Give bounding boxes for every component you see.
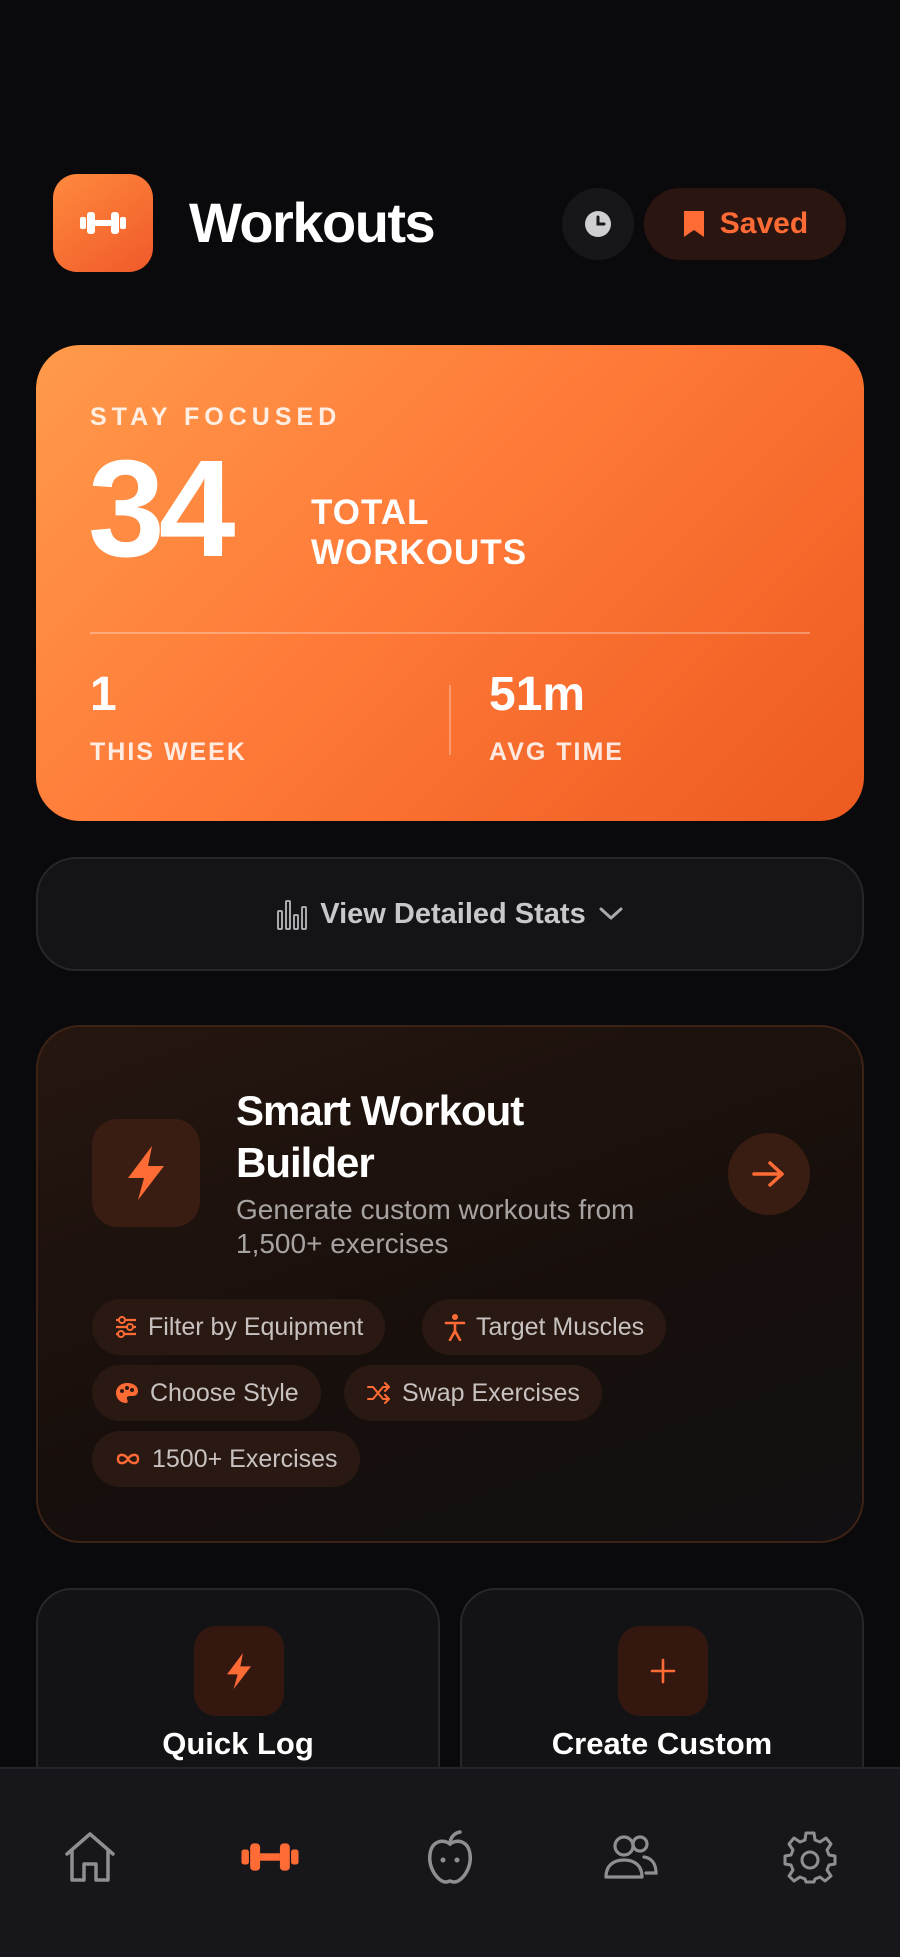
sliders-icon [116,1316,136,1338]
create-custom-label: Create Custom [551,1726,773,1761]
page-title: Workouts [189,191,436,254]
lightning-icon [128,1146,164,1200]
view-detailed-stats-label: View Detailed Stats [320,897,586,930]
dumbbell-icon [80,212,126,234]
clock-icon [585,211,611,237]
chip-exercise-count[interactable]: 1500+ Exercises [92,1431,360,1487]
chip-label: 1500+ Exercises [152,1444,338,1473]
chevron-down-icon [599,907,623,920]
home-icon [65,1832,115,1882]
tab-workouts[interactable] [230,1817,310,1897]
apple-icon [428,1830,472,1884]
tab-settings[interactable] [770,1817,850,1897]
tab-nutrition[interactable] [410,1817,490,1897]
smart-workout-builder-card[interactable]: Smart Workout Builder Generate custom wo… [36,1025,864,1543]
plus-icon [650,1658,676,1684]
tab-community[interactable] [590,1817,670,1897]
shuffle-icon [367,1382,390,1404]
this-week-label: THIS WEEK [90,738,247,766]
infinity-icon [116,1453,140,1465]
total-workouts-value: 34 [88,432,235,586]
builder-icon-tile [92,1119,200,1227]
avg-time-label: AVG TIME [489,738,624,766]
summary-vertical-divider [449,685,451,755]
chip-target-muscles[interactable]: Target Muscles [422,1299,667,1355]
avg-time-value: 51m [489,668,586,721]
chip-choose-style[interactable]: Choose Style [92,1365,321,1421]
users-icon [604,1835,658,1879]
palette-icon [116,1383,138,1403]
header: Workouts Saved [0,0,900,320]
history-button[interactable] [562,188,634,260]
tab-home[interactable] [50,1817,130,1897]
summary-divider [90,632,810,634]
person-icon [444,1314,466,1341]
total-workouts-label: TOTAL WORKOUTS [311,493,528,572]
chip-label: Target Muscles [476,1312,645,1341]
saved-button[interactable]: Saved [644,188,846,260]
this-week-value: 1 [90,668,117,721]
quick-log-label: Quick Log [162,1726,314,1761]
gear-icon [783,1831,837,1884]
chip-label: Filter by Equipment [148,1312,364,1341]
tab-bar [0,1767,900,1957]
chip-label: Choose Style [150,1378,299,1407]
chip-filter-equipment[interactable]: Filter by Equipment [92,1299,386,1355]
create-custom-icon-tile [618,1626,708,1716]
bookmark-icon [683,211,704,237]
builder-title: Smart Workout Builder [236,1087,524,1186]
builder-description: Generate custom workouts from 1,500+ exe… [236,1194,635,1259]
summary-card: STAY FOCUSED 34 TOTAL WORKOUTS 1 THIS WE… [36,345,864,821]
builder-arrow-button[interactable] [728,1133,810,1215]
chip-swap-exercises[interactable]: Swap Exercises [344,1365,602,1421]
summary-eyebrow: STAY FOCUSED [90,403,342,431]
saved-label: Saved [719,207,809,240]
app-logo [53,174,153,272]
quick-log-icon-tile [194,1626,284,1716]
arrow-right-icon [752,1161,784,1187]
lightning-icon [227,1653,251,1689]
chip-label: Swap Exercises [402,1378,580,1407]
dumbbell-icon [241,1843,299,1871]
bar-chart-icon [277,900,308,930]
view-detailed-stats-button[interactable]: View Detailed Stats [36,857,864,971]
